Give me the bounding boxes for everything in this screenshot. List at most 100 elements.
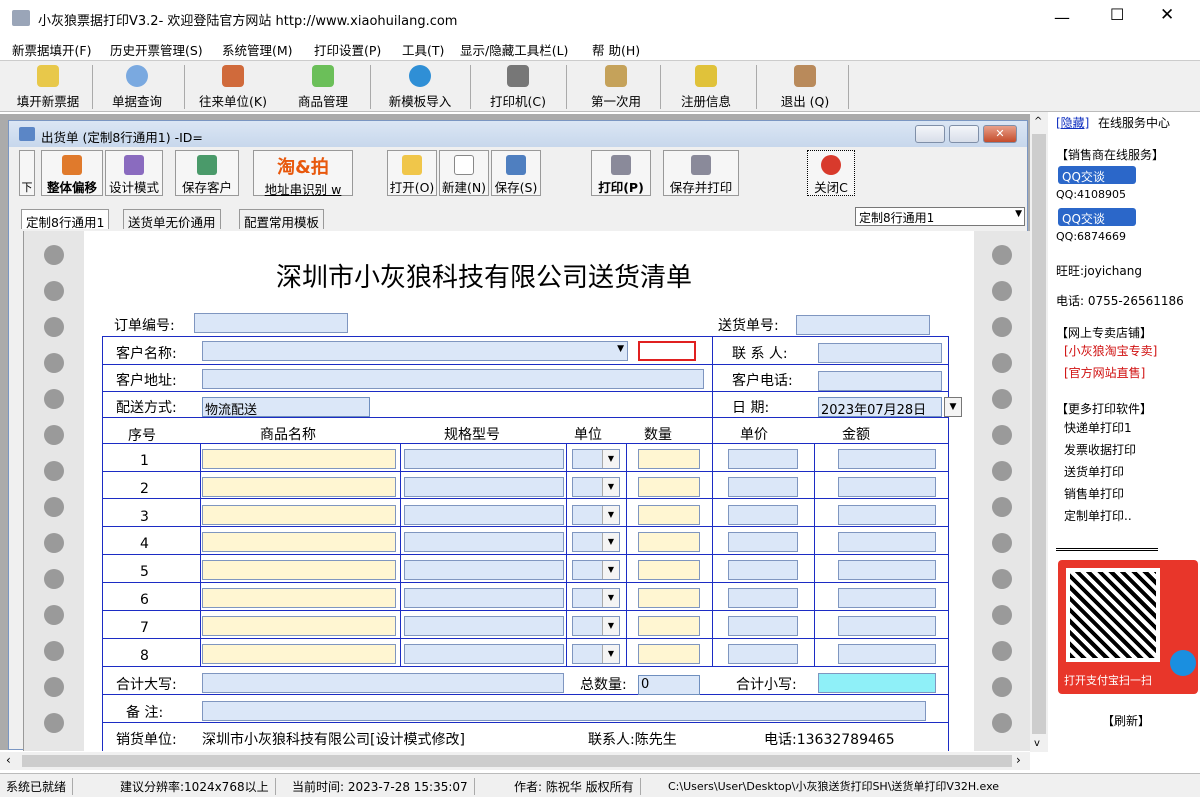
scroll-down-icon[interactable]: v (1034, 738, 1040, 749)
child-minimize-button[interactable] (915, 125, 945, 143)
taobao-shop-link[interactable]: [小灰狼淘宝专卖] (1064, 342, 1157, 359)
alipay-qr-card[interactable]: 打开支付宝扫一扫 (1058, 560, 1198, 694)
row-qty-input[interactable] (638, 449, 700, 469)
menu-system[interactable]: 系统管理(M) (222, 40, 293, 59)
shipping-input[interactable]: 物流配送 (202, 397, 370, 418)
row-name-input[interactable] (202, 588, 396, 608)
query-button[interactable]: 单据查询 (104, 63, 170, 109)
menu-toolbar-toggle[interactable]: 显示/隐藏工具栏(L) (460, 40, 568, 59)
move-button[interactable]: 整体偏移 (41, 150, 103, 196)
row-qty-input[interactable] (638, 505, 700, 525)
official-site-link[interactable]: [官方网站直售] (1064, 364, 1145, 381)
row-unit-select[interactable]: ▼ (572, 449, 620, 469)
row-price-input[interactable] (728, 616, 798, 636)
hscroll-thumb[interactable] (22, 755, 1012, 767)
row-name-input[interactable] (202, 560, 396, 580)
scroll-up-icon[interactable]: ^ (1034, 116, 1042, 127)
hide-link[interactable]: [隐藏] (1056, 114, 1089, 131)
row-price-input[interactable] (728, 644, 798, 664)
row-qty-input[interactable] (638, 560, 700, 580)
row-qty-input[interactable] (638, 532, 700, 552)
row-price-input[interactable] (728, 477, 798, 497)
maximize-icon[interactable]: ☐ (1110, 5, 1124, 24)
design-mode-button[interactable]: 设计模式 (105, 150, 163, 196)
child-close-button[interactable]: ✕ (983, 125, 1017, 143)
qq-chat-button[interactable]: QQ交谈 (1058, 166, 1136, 184)
menu-file[interactable]: 新票据填开(F) (12, 40, 91, 59)
new-ticket-button[interactable]: 填开新票据 (12, 63, 84, 109)
close-icon[interactable]: ✕ (1160, 5, 1174, 25)
row-spec-input[interactable] (404, 588, 564, 608)
contact-input[interactable] (818, 343, 942, 363)
print-button[interactable]: 打印(P) (591, 150, 651, 196)
row-unit-select[interactable]: ▼ (572, 560, 620, 580)
row-qty-input[interactable] (638, 616, 700, 636)
row-qty-input[interactable] (638, 588, 700, 608)
scroll-right-icon[interactable]: › (1016, 753, 1021, 767)
row-amount-input[interactable] (838, 505, 936, 525)
menu-print-settings[interactable]: 打印设置(P) (314, 40, 381, 59)
row-amount-input[interactable] (838, 588, 936, 608)
save-customer-button[interactable]: 保存客户 (175, 150, 239, 196)
open-button[interactable]: 打开(O) (387, 150, 437, 196)
software-link[interactable]: 定制单打印.. (1064, 507, 1132, 524)
row-name-input[interactable] (202, 449, 396, 469)
goods-button[interactable]: 商品管理 (290, 63, 356, 109)
row-spec-input[interactable] (404, 532, 564, 552)
menu-help[interactable]: 帮 助(H) (592, 40, 640, 59)
row-qty-input[interactable] (638, 477, 700, 497)
row-name-input[interactable] (202, 477, 396, 497)
save-print-button[interactable]: 保存并打印 (663, 150, 739, 196)
minimize-icon[interactable]: — (1054, 8, 1070, 27)
row-price-input[interactable] (728, 449, 798, 469)
row-spec-input[interactable] (404, 505, 564, 525)
total-qty-input[interactable]: 0 (638, 675, 700, 695)
software-link[interactable]: 送货单打印 (1064, 463, 1124, 480)
save-button[interactable]: 保存(S) (491, 150, 541, 196)
close-form-button[interactable]: 关闭C (807, 150, 855, 196)
row-amount-input[interactable] (838, 532, 936, 552)
delivery-no-input[interactable] (796, 315, 930, 335)
row-unit-select[interactable]: ▼ (572, 477, 620, 497)
subtotal-input[interactable] (818, 673, 936, 693)
tab-config[interactable]: 配置常用模板 (239, 209, 325, 230)
row-spec-input[interactable] (404, 644, 564, 664)
row-amount-input[interactable] (838, 560, 936, 580)
down-button[interactable]: 下 (19, 150, 35, 196)
qq-chat-button[interactable]: QQ交谈 (1058, 208, 1136, 226)
row-unit-select[interactable]: ▼ (572, 505, 620, 525)
row-name-input[interactable] (202, 616, 396, 636)
row-price-input[interactable] (728, 588, 798, 608)
total-upper-input[interactable] (202, 673, 564, 693)
row-amount-input[interactable] (838, 616, 936, 636)
row-spec-input[interactable] (404, 449, 564, 469)
row-spec-input[interactable] (404, 616, 564, 636)
software-link[interactable]: 发票收据打印 (1064, 441, 1136, 458)
row-price-input[interactable] (728, 532, 798, 552)
order-no-input[interactable] (194, 313, 348, 333)
import-template-button[interactable]: 新模板导入 (382, 63, 458, 109)
refresh-link[interactable]: 【刷新】 (1102, 712, 1150, 729)
row-amount-input[interactable] (838, 644, 936, 664)
child-restore-button[interactable] (949, 125, 979, 143)
row-price-input[interactable] (728, 560, 798, 580)
menu-history[interactable]: 历史开票管理(S) (110, 40, 203, 59)
row-price-input[interactable] (728, 505, 798, 525)
partners-button[interactable]: 往来单位(K) (194, 63, 272, 109)
scroll-thumb[interactable] (1032, 134, 1046, 734)
row-unit-select[interactable]: ▼ (572, 644, 620, 664)
note-input[interactable] (202, 701, 926, 721)
vertical-scrollbar[interactable]: ^ v (1030, 112, 1048, 752)
date-input[interactable]: 2023年07月28日 (818, 397, 942, 418)
register-button[interactable]: 注册信息 (670, 63, 742, 109)
row-name-input[interactable] (202, 505, 396, 525)
row-amount-input[interactable] (838, 477, 936, 497)
row-unit-select[interactable]: ▼ (572, 532, 620, 552)
template-select[interactable]: 定制8行通用1 ▼ (855, 207, 1025, 226)
software-link[interactable]: 销售单打印 (1064, 485, 1124, 502)
row-name-input[interactable] (202, 532, 396, 552)
row-unit-select[interactable]: ▼ (572, 588, 620, 608)
phone-input[interactable] (818, 371, 942, 391)
exit-button[interactable]: 退出 (Q) (772, 63, 838, 109)
printer-button[interactable]: 打印机(C) (482, 63, 554, 109)
